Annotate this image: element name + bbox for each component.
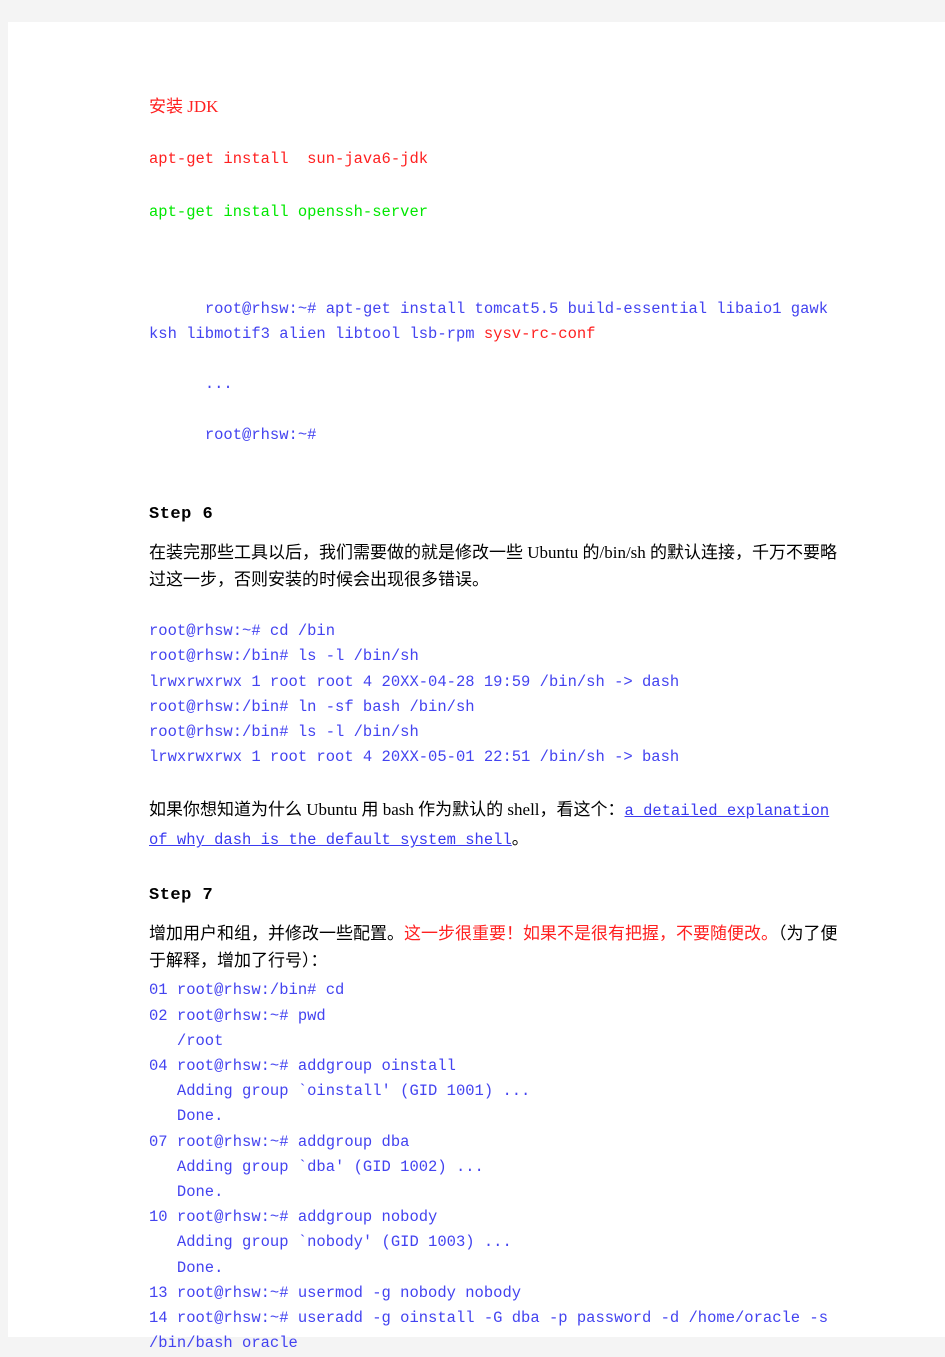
step6-note-suffix: 。 (511, 829, 529, 849)
step7-terminal-block: 01 root@rhsw:/bin# cd 02 root@rhsw:~# pw… (149, 981, 829, 1353)
terminal-apt-highlight: sysv-rc-conf (483, 325, 596, 344)
step7-paragraph-part-1: 增加用户和组，并修改一些配置。 (149, 924, 404, 944)
step6-heading: Step 6 (149, 505, 214, 525)
terminal-apt-line-3: root@rhsw:~# (204, 425, 317, 444)
terminal-apt-line-2: ... (204, 375, 233, 394)
jdk-install-command: apt-get install sun-java6-jdk (149, 150, 429, 169)
step6-paragraph: 在装完那些工具以后，我们需要做的就是修改一些 Ubuntu 的/bin/sh 的… (149, 543, 838, 590)
step7-heading: Step 7 (149, 886, 214, 906)
step6-terminal-block: root@rhsw:~# cd /bin root@rhsw:/bin# ls … (149, 622, 680, 767)
step7-paragraph: 增加用户和组，并修改一些配置。这一步很重要！如果不是很有把握，不要随便改。（为了… (149, 920, 839, 974)
openssh-install-command: apt-get install openssh-server (149, 203, 429, 222)
document-content: 安装 JDK apt-get install sun-java6-jdk apt… (149, 94, 839, 1357)
step6-note-prefix: 如果你想知道为什么 Ubuntu 用 bash 作为默认的 shell，看这个： (149, 800, 625, 820)
jdk-section-title: 安装 JDK (149, 97, 219, 116)
step6-note: 如果你想知道为什么 Ubuntu 用 bash 作为默认的 shell，看这个：… (149, 796, 839, 854)
step7-warning-text: 这一步很重要！如果不是很有把握，不要随便改。 (404, 924, 778, 944)
terminal-apt-block: root@rhsw:~# apt-get install tomcat5.5 b… (149, 272, 839, 474)
document-page: 安装 JDK apt-get install sun-java6-jdk apt… (8, 22, 945, 1352)
